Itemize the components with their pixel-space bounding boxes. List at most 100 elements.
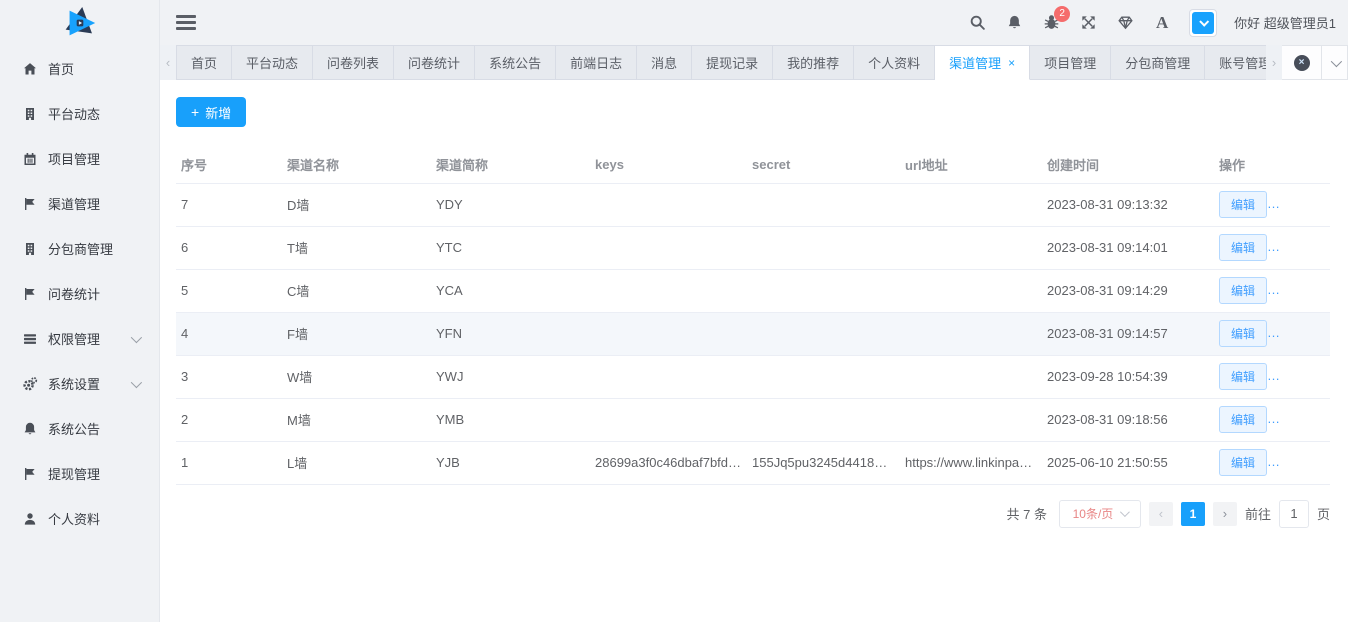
delete-button[interactable]: 删除 bbox=[1277, 406, 1325, 433]
plus-icon: + bbox=[191, 104, 199, 120]
tab-profile[interactable]: 个人资料 bbox=[854, 45, 935, 80]
chevron-down-icon bbox=[131, 376, 142, 387]
calendar-icon bbox=[22, 151, 38, 167]
app-root: 首页 平台动态 项目管理 渠道管理 分包商管理 问卷统计 bbox=[0, 0, 1348, 622]
sidebar-item-projects[interactable]: 项目管理 bbox=[0, 136, 159, 181]
sidebar-item-label: 项目管理 bbox=[48, 149, 100, 168]
diamond-icon[interactable] bbox=[1115, 13, 1135, 33]
edit-button[interactable]: 编辑 bbox=[1219, 320, 1267, 347]
tab-bar: ‹ 首页 平台动态 问卷列表 问卷统计 系统公告 前端日志 消息 提现记录 我的… bbox=[160, 45, 1348, 80]
edit-button[interactable]: 编辑 bbox=[1219, 363, 1267, 390]
edit-button[interactable]: 编辑 bbox=[1219, 191, 1267, 218]
tabs-scroll-right-icon[interactable]: › bbox=[1266, 45, 1282, 80]
user-avatar[interactable] bbox=[1189, 9, 1217, 37]
bell-icon[interactable] bbox=[1004, 13, 1024, 33]
tab-home[interactable]: 首页 bbox=[176, 45, 232, 80]
col-header-name: 渠道名称 bbox=[282, 147, 431, 183]
tab-subcontractor-management[interactable]: 分包商管理 bbox=[1111, 45, 1205, 80]
sidebar-item-survey-stats[interactable]: 问卷统计 bbox=[0, 271, 159, 316]
edit-button[interactable]: 编辑 bbox=[1219, 277, 1267, 304]
sidebar-item-channels[interactable]: 渠道管理 bbox=[0, 181, 159, 226]
avatar-image bbox=[1192, 12, 1214, 34]
tab-project-management[interactable]: 项目管理 bbox=[1030, 45, 1111, 80]
col-header-abbr: 渠道简称 bbox=[431, 147, 590, 183]
sidebar-item-permissions[interactable]: 权限管理 bbox=[0, 316, 159, 361]
table-row-hovered: 4 F墙 YFN 2023-08-31 09:14:57 编辑删除 bbox=[176, 312, 1330, 355]
table-row: 1 L墙 YJB 28699a3f0c46dbaf7bfd35… 155Jq5p… bbox=[176, 441, 1330, 484]
tab-platform-news[interactable]: 平台动态 bbox=[232, 45, 313, 80]
col-header-url: url地址 bbox=[900, 147, 1042, 183]
flag-icon bbox=[22, 196, 38, 212]
tab-announcements[interactable]: 系统公告 bbox=[475, 45, 556, 80]
edit-button[interactable]: 编辑 bbox=[1219, 406, 1267, 433]
next-page-button[interactable]: › bbox=[1213, 502, 1237, 526]
prev-page-button[interactable]: ‹ bbox=[1149, 502, 1173, 526]
flag-icon bbox=[22, 466, 38, 482]
sidebar-item-announcements[interactable]: 系统公告 bbox=[0, 406, 159, 451]
chevron-down-icon bbox=[1120, 507, 1130, 517]
sidebar-item-label: 个人资料 bbox=[48, 509, 100, 528]
sidebar-item-label: 问卷统计 bbox=[48, 284, 100, 303]
bell-icon bbox=[22, 421, 38, 437]
table-header-row: 序号 渠道名称 渠道简称 keys secret url地址 创建时间 操作 bbox=[176, 147, 1330, 183]
sidebar-item-withdrawals[interactable]: 提现管理 bbox=[0, 451, 159, 496]
tab-options-dropdown[interactable] bbox=[1322, 45, 1348, 80]
delete-button[interactable]: 删除 bbox=[1277, 191, 1325, 218]
tab-messages[interactable]: 消息 bbox=[637, 45, 692, 80]
sidebar-item-home[interactable]: 首页 bbox=[0, 46, 159, 91]
tabs-scroll-left-icon[interactable]: ‹ bbox=[160, 45, 176, 80]
circle-close-icon: × bbox=[1294, 55, 1310, 71]
bug-badge: 2 bbox=[1054, 6, 1070, 22]
goto-page-input[interactable] bbox=[1279, 500, 1309, 528]
tab-frontend-logs[interactable]: 前端日志 bbox=[556, 45, 637, 80]
hamburger-menu-icon[interactable] bbox=[176, 12, 196, 34]
building-icon bbox=[22, 241, 38, 257]
page-number-current[interactable]: 1 bbox=[1181, 502, 1205, 526]
search-icon[interactable] bbox=[967, 13, 987, 33]
tab-channel-management[interactable]: 渠道管理× bbox=[935, 45, 1030, 80]
edit-button[interactable]: 编辑 bbox=[1219, 449, 1267, 476]
delete-button[interactable]: 删除 bbox=[1277, 277, 1325, 304]
app-logo[interactable] bbox=[0, 0, 159, 46]
tab-withdrawal-records[interactable]: 提现记录 bbox=[692, 45, 773, 80]
tab-account-management[interactable]: 账号管理 bbox=[1205, 45, 1266, 80]
sidebar-item-subcontractors[interactable]: 分包商管理 bbox=[0, 226, 159, 271]
sidebar-item-label: 渠道管理 bbox=[48, 194, 100, 213]
sidebar-item-label: 分包商管理 bbox=[48, 239, 113, 258]
page-size-select[interactable]: 10条/页 bbox=[1059, 500, 1141, 528]
flag-icon bbox=[22, 286, 38, 302]
table-row: 6 T墙 YTC 2023-08-31 09:14:01 编辑删除 bbox=[176, 226, 1330, 269]
sidebar-item-profile[interactable]: 个人资料 bbox=[0, 496, 159, 541]
fullscreen-icon[interactable] bbox=[1078, 13, 1098, 33]
pagination: 共 7 条 10条/页 ‹ 1 › 前往 页 bbox=[176, 500, 1330, 528]
tab-survey-list[interactable]: 问卷列表 bbox=[313, 45, 394, 80]
building-icon bbox=[22, 106, 38, 122]
top-navbar: 2 A 你好 超级管理员1 bbox=[160, 0, 1348, 45]
page-content: + 新增 序号 渠道名称 渠道简称 keys secret url地址 bbox=[160, 80, 1348, 622]
sidebar-item-label: 系统设置 bbox=[48, 374, 100, 393]
col-header-secret: secret bbox=[747, 147, 900, 183]
sidebar-item-label: 首页 bbox=[48, 59, 74, 78]
delete-button[interactable]: 删除 bbox=[1277, 234, 1325, 261]
col-header-id: 序号 bbox=[176, 147, 282, 183]
tab-close-icon[interactable]: × bbox=[1008, 57, 1015, 69]
close-tabs-button[interactable]: × bbox=[1282, 45, 1322, 80]
chevron-down-icon bbox=[131, 331, 142, 342]
tab-my-referrals[interactable]: 我的推荐 bbox=[773, 45, 854, 80]
gear-icon bbox=[22, 376, 38, 392]
page-unit-label: 页 bbox=[1317, 504, 1330, 523]
edit-button[interactable]: 编辑 bbox=[1219, 234, 1267, 261]
tab-survey-stats[interactable]: 问卷统计 bbox=[394, 45, 475, 80]
delete-button[interactable]: 删除 bbox=[1277, 449, 1325, 476]
col-header-actions: 操作 bbox=[1214, 147, 1330, 183]
font-size-icon[interactable]: A bbox=[1152, 13, 1172, 33]
add-button[interactable]: + 新增 bbox=[176, 97, 246, 127]
sidebar-item-label: 平台动态 bbox=[48, 104, 100, 123]
bug-icon[interactable]: 2 bbox=[1041, 13, 1061, 33]
delete-button[interactable]: 删除 bbox=[1277, 320, 1325, 347]
sidebar-item-system-settings[interactable]: 系统设置 bbox=[0, 361, 159, 406]
user-greeting: 你好 超级管理员1 bbox=[1234, 13, 1336, 32]
table-row: 5 C墙 YCA 2023-08-31 09:14:29 编辑删除 bbox=[176, 269, 1330, 312]
sidebar-item-platform-news[interactable]: 平台动态 bbox=[0, 91, 159, 136]
delete-button[interactable]: 删除 bbox=[1277, 363, 1325, 390]
